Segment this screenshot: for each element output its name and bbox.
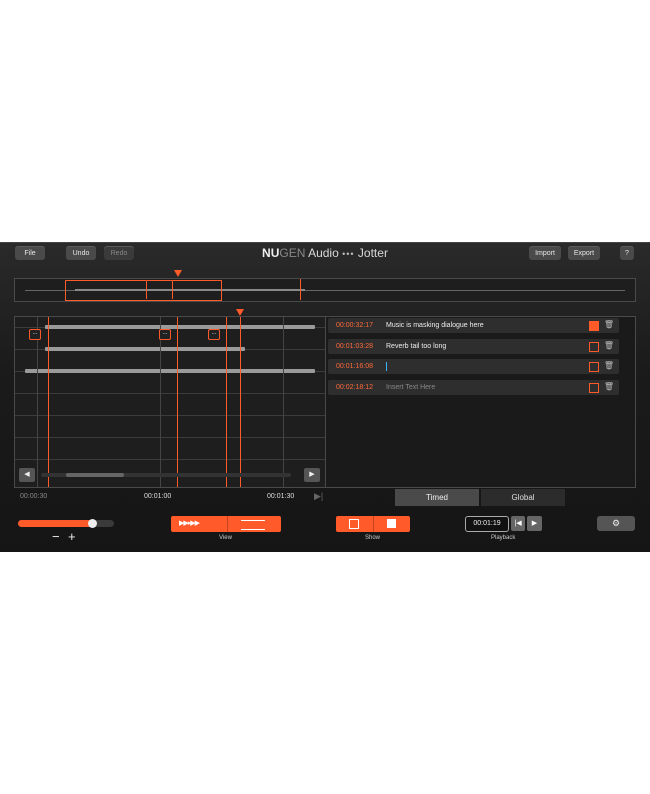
note-text[interactable]: Reverb tail too long [386,343,446,350]
tab-global[interactable]: Global [481,489,565,506]
grid-line [160,317,161,487]
note-marker[interactable]: ... [159,329,171,340]
show-divider [373,516,374,532]
waveform-track-1 [45,325,315,329]
overview-strip[interactable] [14,278,636,302]
timeline-tick: 00:01:30 [267,493,295,500]
overview-playhead-icon[interactable] [174,270,182,277]
view-divider [227,516,228,532]
product-name: Jotter [357,246,388,260]
zoom-slider-knob[interactable] [87,519,97,528]
brand-audio: Audio [308,246,339,260]
note-time[interactable]: 00:01:03:28 [336,343,373,350]
brand-dots-icon: ••• [342,249,355,259]
note-row[interactable]: 00:02:18:12 Insert Text Here 🗑 [328,380,619,395]
trash-icon[interactable]: 🗑 [604,320,614,329]
list-view-icon[interactable] [241,520,265,530]
show-checkbox[interactable] [589,321,599,331]
note-marker[interactable]: ... [208,329,220,340]
note-line [177,317,178,487]
settings-gear-icon[interactable]: ⚙ [597,516,635,531]
waveform-view-icon[interactable]: ▶▶▸▶▶ [179,519,200,527]
playback-label: Playback [491,535,516,541]
note-placeholder[interactable]: Insert Text Here [386,384,435,391]
show-none-icon[interactable] [349,519,359,529]
timeline-tick: 00:00:30 [20,493,48,500]
trash-icon[interactable]: 🗑 [604,341,614,350]
track-line [15,459,325,460]
zoom-slider[interactable] [18,519,114,528]
waveform-track-3 [25,369,315,373]
show-label: Show [365,535,381,541]
playhead-line [240,317,241,487]
trash-icon[interactable]: 🗑 [604,361,614,370]
zoom-in-button[interactable]: + [68,529,76,544]
note-time[interactable]: 00:00:32:17 [336,322,373,329]
grid-line [37,317,38,487]
note-line [226,317,227,487]
scrollbar-thumb[interactable] [66,473,124,477]
return-to-start-icon[interactable]: |◀ [511,516,525,531]
trash-icon[interactable]: 🗑 [604,382,614,391]
brand-gen: GEN [279,246,306,260]
note-time[interactable]: 00:01:16:08 [336,363,373,370]
track-line [15,437,325,438]
help-button[interactable]: ? [620,246,634,260]
playback-time-display[interactable]: 00:01:19 [465,516,509,532]
overview-playhead [300,279,301,300]
import-button[interactable]: Import [529,246,561,260]
note-text[interactable]: Music is masking dialogue here [386,322,484,329]
zoom-out-button[interactable]: − [52,529,60,544]
waveform-track-2 [45,347,245,351]
overview-divider [146,280,147,299]
show-checkbox[interactable] [589,362,599,372]
timeline-tick: 00:01:00 [144,493,172,500]
text-cursor [386,362,387,371]
scroll-right-button[interactable]: ▶ [304,468,320,482]
note-line [48,317,49,487]
show-checkbox[interactable] [589,383,599,393]
grid-line [283,317,284,487]
play-icon[interactable]: ▶ [527,516,542,531]
note-row[interactable]: 00:00:32:17 Music is masking dialogue he… [328,318,619,333]
tab-timed[interactable]: Timed [395,489,479,506]
view-toggle[interactable]: ▶▶▸▶▶ [171,516,281,532]
playhead-icon[interactable] [236,309,244,316]
skip-end-icon[interactable]: ▶| [314,491,323,502]
track-line [15,393,325,394]
brand-nu: NU [262,246,280,260]
show-checkbox[interactable] [589,342,599,352]
export-button[interactable]: Export [568,246,600,260]
view-label: View [219,535,232,541]
overview-divider [172,280,173,299]
note-row[interactable]: 00:01:03:28 Reverb tail too long 🗑 [328,339,619,354]
note-time[interactable]: 00:02:18:12 [336,384,373,391]
note-marker[interactable]: ... [29,329,41,340]
show-all-icon[interactable] [387,519,396,528]
waveform-panel[interactable]: ... ... ... ◀ ▶ [14,316,326,488]
overview-view-window[interactable] [65,280,222,301]
scroll-left-button[interactable]: ◀ [19,468,35,482]
horizontal-scrollbar[interactable] [41,473,291,477]
note-row[interactable]: 00:01:16:08 🗑 [328,359,619,374]
track-line [15,415,325,416]
zoom-slider-fill [18,520,93,527]
show-toggle[interactable] [336,516,410,532]
